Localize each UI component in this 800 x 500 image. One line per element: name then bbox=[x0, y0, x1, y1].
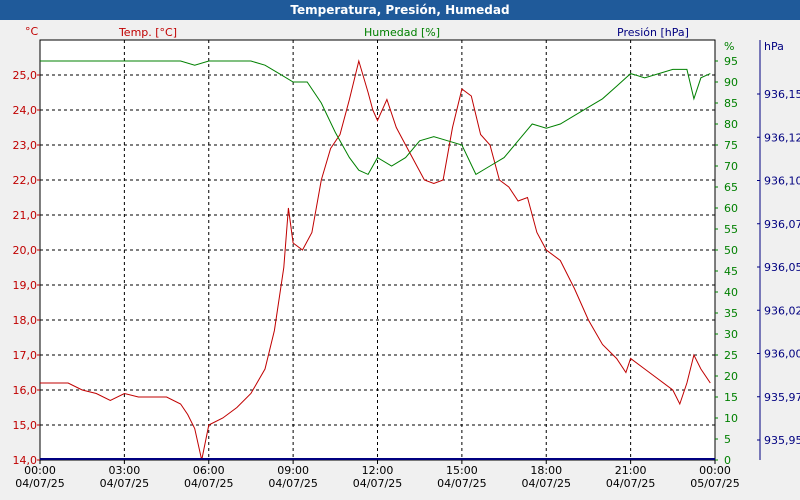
pressure-axis: 935,95 935,97 936,00 936,02 936,05 936,07 936,… bbox=[757, 88, 800, 447]
x-tick-time: 03:00 bbox=[109, 464, 141, 477]
pressure-tick-label: 935,97 bbox=[764, 391, 800, 404]
humidity-tick-label: 15 bbox=[724, 391, 738, 404]
humidity-tick-label: 65 bbox=[724, 181, 738, 194]
temp-unit-label: °C bbox=[25, 25, 39, 38]
pressure-tick-label: 936,07 bbox=[764, 218, 800, 231]
humidity-tick-label: 45 bbox=[724, 265, 738, 278]
temp-axis: 14,015,016,017,018,019,020,021,022,023,0… bbox=[13, 69, 40, 467]
humidity-axis: 05101520253035404550556065707580859095 bbox=[715, 55, 738, 467]
humidity-tick-label: 80 bbox=[724, 118, 738, 131]
pressure-tick-label: 936,02 bbox=[764, 304, 800, 317]
x-tick-date: 04/07/25 bbox=[437, 477, 486, 490]
humidity-tick-label: 50 bbox=[724, 244, 738, 257]
x-tick-date: 04/07/25 bbox=[606, 477, 655, 490]
humidity-unit-label: % bbox=[724, 40, 734, 53]
x-tick-date: 05/07/25 bbox=[690, 477, 739, 490]
humidity-tick-label: 55 bbox=[724, 223, 738, 236]
x-tick-date: 04/07/25 bbox=[268, 477, 317, 490]
pressure-tick-label: 936,12 bbox=[764, 131, 800, 144]
chart-area: 14,015,016,017,018,019,020,021,022,023,0… bbox=[13, 25, 800, 490]
humidity-tick-label: 70 bbox=[724, 160, 738, 173]
humidity-tick-label: 10 bbox=[724, 412, 738, 425]
temp-tick-label: 19,0 bbox=[13, 279, 38, 292]
x-tick-date: 04/07/25 bbox=[100, 477, 149, 490]
humidity-tick-label: 90 bbox=[724, 76, 738, 89]
humidity-tick-label: 25 bbox=[724, 349, 738, 362]
window-title-bar: Temperatura, Presión, Humedad bbox=[0, 0, 800, 20]
humidity-tick-label: 95 bbox=[724, 55, 738, 68]
temp-tick-label: 23,0 bbox=[13, 139, 38, 152]
pressure-tick-label: 936,00 bbox=[764, 348, 800, 361]
humidity-tick-label: 35 bbox=[724, 307, 738, 320]
humidity-tick-label: 60 bbox=[724, 202, 738, 215]
pressure-tick-label: 935,95 bbox=[764, 434, 800, 447]
temp-tick-label: 22,0 bbox=[13, 174, 38, 187]
time-axis: 00:0004/07/2503:0004/07/2506:0004/07/250… bbox=[15, 460, 740, 490]
x-tick-time: 06:00 bbox=[193, 464, 225, 477]
temp-tick-label: 15,0 bbox=[13, 419, 38, 432]
x-tick-time: 21:00 bbox=[615, 464, 647, 477]
x-tick-date: 04/07/25 bbox=[522, 477, 571, 490]
humidity-tick-label: 85 bbox=[724, 97, 738, 110]
humidity-series-label: Humedad [%] bbox=[364, 26, 440, 39]
humidity-tick-label: 40 bbox=[724, 286, 738, 299]
temp-tick-label: 24,0 bbox=[13, 104, 38, 117]
temp-tick-label: 20,0 bbox=[13, 244, 38, 257]
x-tick-time: 18:00 bbox=[530, 464, 562, 477]
humidity-tick-label: 30 bbox=[724, 328, 738, 341]
x-tick-date: 04/07/25 bbox=[353, 477, 402, 490]
pressure-series-label: Presión [hPa] bbox=[617, 26, 689, 39]
pressure-unit-label: hPa bbox=[764, 40, 784, 53]
temp-tick-label: 25,0 bbox=[13, 69, 38, 82]
pressure-tick-label: 936,05 bbox=[764, 261, 800, 274]
x-tick-time: 00:00 bbox=[699, 464, 731, 477]
x-tick-date: 04/07/25 bbox=[184, 477, 233, 490]
humidity-tick-label: 20 bbox=[724, 370, 738, 383]
temp-tick-label: 16,0 bbox=[13, 384, 38, 397]
temp-tick-label: 18,0 bbox=[13, 314, 38, 327]
temp-series-label: Temp. [°C] bbox=[118, 26, 177, 39]
pressure-tick-label: 936,15 bbox=[764, 88, 800, 101]
x-tick-time: 12:00 bbox=[362, 464, 394, 477]
x-tick-time: 09:00 bbox=[277, 464, 309, 477]
x-tick-date: 04/07/25 bbox=[15, 477, 64, 490]
temp-tick-label: 21,0 bbox=[13, 209, 38, 222]
humidity-tick-label: 75 bbox=[724, 139, 738, 152]
pressure-tick-label: 936,10 bbox=[764, 175, 800, 188]
humidity-tick-label: 5 bbox=[724, 433, 731, 446]
window-title: Temperatura, Presión, Humedad bbox=[290, 3, 510, 17]
x-tick-time: 15:00 bbox=[446, 464, 478, 477]
temp-tick-label: 17,0 bbox=[13, 349, 38, 362]
x-tick-time: 00:00 bbox=[24, 464, 56, 477]
